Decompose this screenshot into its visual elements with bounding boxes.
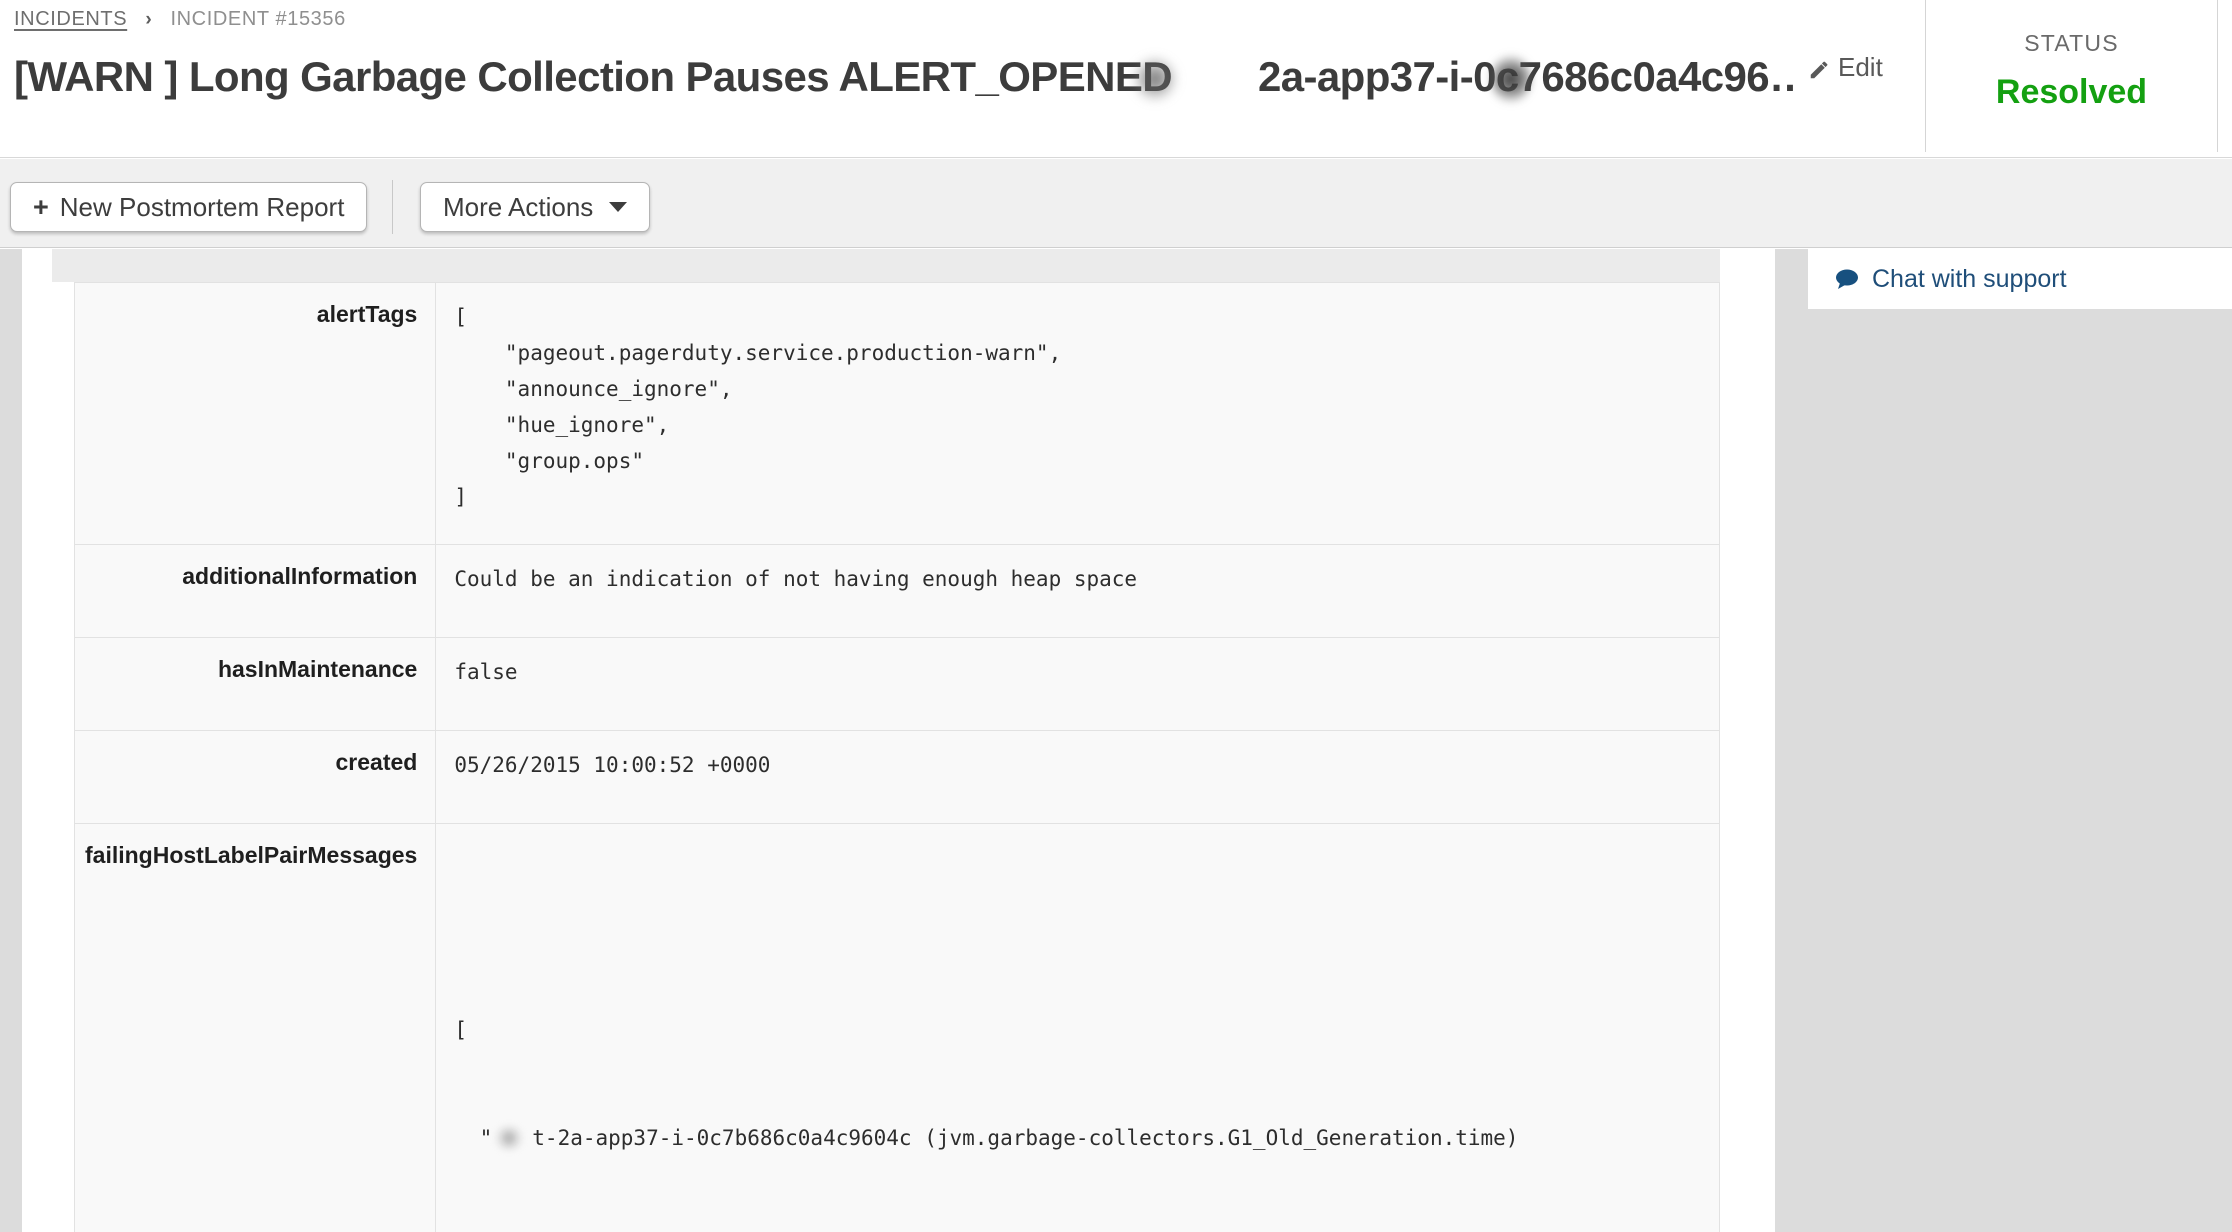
incident-detail-page: INCIDENTS › INCIDENT #15356 [WARN ] Long… — [0, 0, 2232, 1232]
row-key-hasInMaintenance: hasInMaintenance — [73, 637, 437, 731]
more-actions-button[interactable]: More Actions — [420, 182, 651, 232]
row-value-hasInMaintenance: false — [435, 637, 1720, 731]
breadcrumb: INCIDENTS › INCIDENT #15356 — [14, 8, 346, 31]
chevron-down-icon — [609, 202, 628, 212]
plus-icon: + — [33, 191, 49, 222]
title-redaction-smudge-1 — [1132, 56, 1178, 102]
row-value-alertTags: [ "pageout.pagerduty.service.production-… — [435, 282, 1720, 545]
pencil-icon — [1808, 57, 1830, 79]
page-title: [WARN ] Long Garbage Collection Pauses A… — [14, 53, 1173, 100]
toolbar-divider — [392, 180, 393, 234]
row-key-alertTags: alertTags — [73, 282, 437, 545]
page-header: INCIDENTS › INCIDENT #15356 [WARN ] Long… — [0, 0, 2232, 158]
panel-top-band — [52, 264, 1720, 282]
breadcrumb-link-incidents[interactable]: INCIDENTS — [14, 8, 127, 30]
right-gutter — [1775, 249, 2232, 1232]
clipped-scrolled-row-text — [66, 249, 1720, 252]
table-row: additionalInformation Could be an indica… — [73, 544, 1720, 638]
left-gutter — [0, 249, 22, 1232]
chat-with-support-label: Chat with support — [1872, 264, 2067, 293]
row-key-failingHostLabelPairMessages: failingHostLabelPairMessages — [73, 823, 437, 1232]
more-actions-label: More Actions — [443, 191, 594, 222]
page-title-suffix-2: 686c0a4c96… — [1541, 53, 1794, 100]
fhlpm-line-2-suffix: t-2a-app37-i-0c7b686c0a4c9604c (jvm.garb… — [532, 1126, 1519, 1150]
header-divider-right — [2217, 0, 2218, 152]
status-label: STATUS — [2024, 30, 2119, 56]
fhlpm-line-1: [ — [454, 1018, 467, 1042]
edit-button-label: Edit — [1838, 52, 1883, 82]
chat-with-support-button[interactable]: Chat with support — [1808, 249, 2232, 309]
chevron-right-icon: › — [145, 9, 153, 30]
chat-bubble-icon — [1834, 268, 1860, 290]
status-block: STATUS Resolved — [1926, 0, 2217, 152]
host-redaction-smudge — [492, 1129, 532, 1149]
fhlpm-line-3: [service=query]" — [454, 1228, 1705, 1232]
title-redaction-smudge-2 — [1490, 54, 1532, 104]
table-row: failingHostLabelPairMessages [ " t-2a-app… — [73, 823, 1720, 1232]
row-key-additionalInformation: additionalInformation — [73, 544, 437, 638]
incident-details-table: alertTags [ "pageout.pagerduty.service.p… — [73, 282, 1720, 1232]
new-postmortem-report-button[interactable]: + New Postmortem Report — [10, 182, 368, 232]
table-row: hasInMaintenance false — [73, 637, 1720, 731]
row-value-failingHostLabelPairMessages: [ " t-2a-app37-i-0c7b686c0a4c9604c (jvm.g… — [435, 823, 1720, 1232]
row-key-created: created — [73, 730, 437, 824]
row-value-additionalInformation: Could be an indication of not having eno… — [435, 544, 1720, 638]
row-value-created: 05/26/2015 10:00:52 +0000 — [435, 730, 1720, 824]
new-postmortem-report-label: New Postmortem Report — [59, 191, 345, 222]
status-badge: Resolved — [1995, 73, 2148, 111]
table-row: alertTags [ "pageout.pagerduty.service.p… — [73, 282, 1720, 545]
clipped-scrolled-row — [52, 249, 1720, 265]
edit-button[interactable]: Edit — [1808, 52, 1883, 83]
breadcrumb-current: INCIDENT #15356 — [170, 8, 346, 30]
table-row: created 05/26/2015 10:00:52 +0000 — [73, 730, 1720, 824]
page-title-suffix: 2a-app37-i-0c7 — [1258, 53, 1542, 100]
fhlpm-line-2: " t-2a-app37-i-0c7b686c0a4c9604c (jvm.gar… — [454, 1120, 1705, 1156]
fhlpm-line-2-prefix: " — [454, 1126, 493, 1150]
